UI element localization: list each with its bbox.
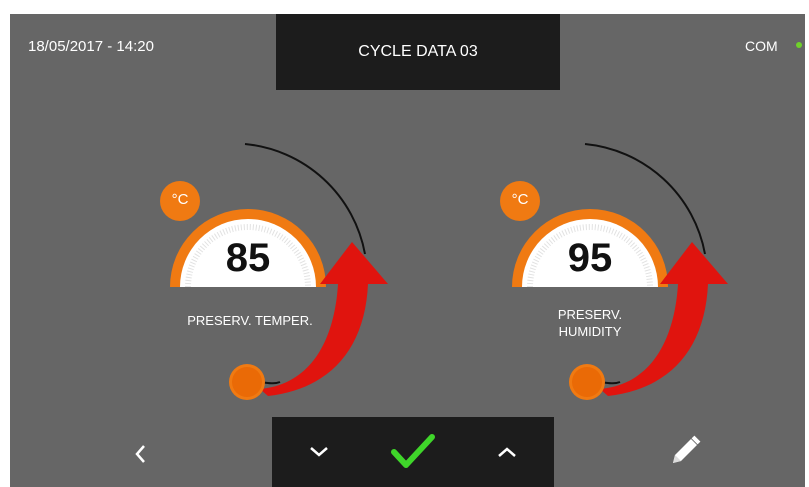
page-title: CYCLE DATA 03 <box>276 14 560 90</box>
screen: 18/05/2017 - 14:20 CYCLE DATA 03 COM °C … <box>10 14 805 487</box>
chevron-left-icon <box>135 445 145 463</box>
gauge-preserv-humidity[interactable]: °C 95 PRESERV. HUMIDITY <box>500 134 740 414</box>
com-status-indicator <box>796 42 802 48</box>
gauge-label-line1: PRESERV. TEMPER. <box>187 313 313 328</box>
gauge-label-line2: HUMIDITY <box>558 324 622 339</box>
date-time: 18/05/2017 - 14:20 <box>28 38 154 55</box>
pencil-icon <box>673 435 701 463</box>
gauge-unit-celsius: °C <box>171 191 189 208</box>
bottom-control-bar <box>272 417 554 487</box>
gauge-label: PRESERV. TEMPER. <box>140 312 360 329</box>
chevron-up-icon <box>498 447 516 457</box>
back-button[interactable] <box>120 434 160 474</box>
confirm-button[interactable] <box>366 417 460 487</box>
gauge-unit-celsius: °C <box>511 191 529 208</box>
gauge-label-line1: PRESERV. <box>557 307 623 322</box>
com-status-label: COM <box>745 38 778 54</box>
chevron-down-icon <box>310 447 328 457</box>
gauge-label: PRESERV. HUMIDITY <box>530 306 650 340</box>
gauge-value: 85 <box>225 236 271 280</box>
gauge-preserv-temper[interactable]: °C 85 PRESERV. TEMPER. <box>160 134 400 414</box>
decrease-button[interactable] <box>272 417 366 487</box>
page-title-text: CYCLE DATA 03 <box>358 43 478 60</box>
increase-button[interactable] <box>460 417 554 487</box>
edit-button[interactable] <box>660 426 710 476</box>
checkmark-icon <box>391 434 435 468</box>
gauge-value: 95 <box>567 236 613 280</box>
